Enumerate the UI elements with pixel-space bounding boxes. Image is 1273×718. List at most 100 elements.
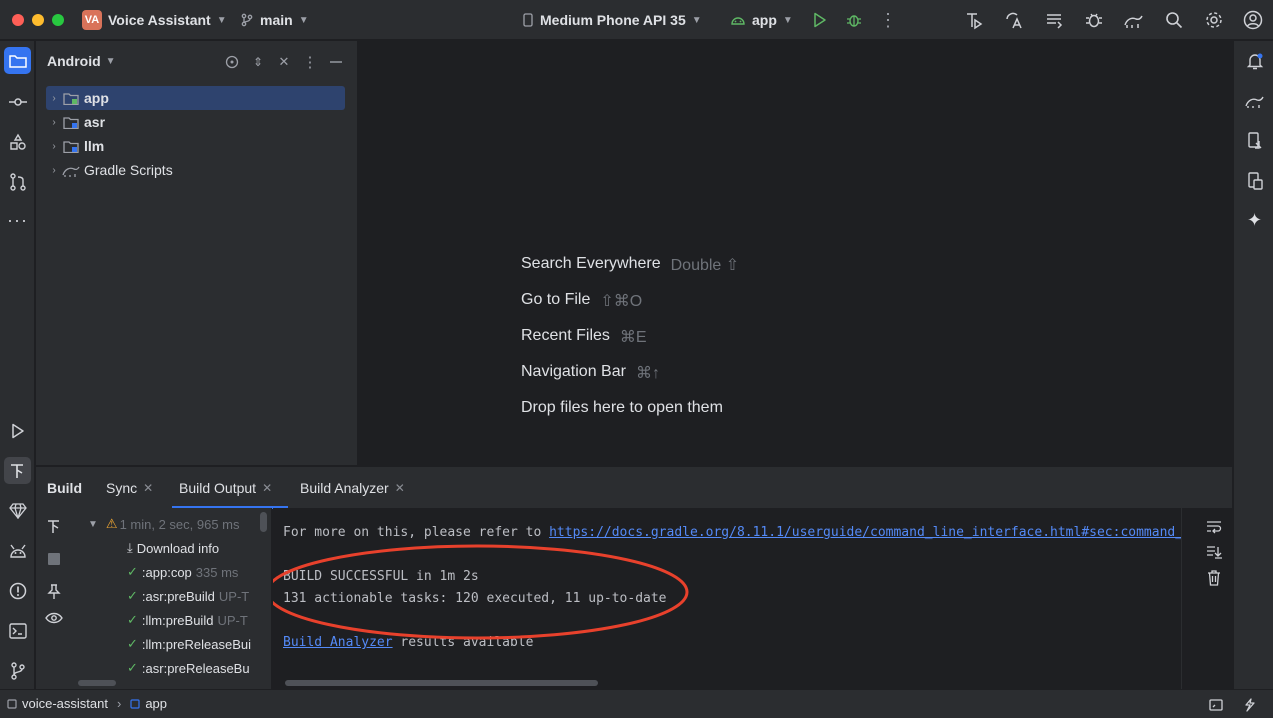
chevron-right-icon: ›: [52, 92, 56, 104]
tree-item-label: Gradle Scripts: [84, 162, 173, 178]
tree-item-llm[interactable]: › llm: [46, 134, 104, 158]
folder-icon: [7, 698, 17, 709]
app-inspection-icon[interactable]: [4, 537, 31, 564]
logcat-icon[interactable]: [1042, 8, 1066, 32]
stop-icon[interactable]: [44, 549, 64, 569]
build-tree-item[interactable]: ⤓ Download info: [127, 536, 219, 560]
search-icon[interactable]: [1162, 8, 1186, 32]
notifications-bell-icon[interactable]: [1241, 47, 1268, 74]
build-tools-icon[interactable]: [962, 8, 986, 32]
minimize-window-button[interactable]: [32, 14, 44, 26]
hint-label: Search Everywhere: [521, 255, 661, 272]
project-selector[interactable]: VA Voice Assistant ▼: [82, 0, 227, 40]
gem-icon[interactable]: [4, 497, 31, 524]
chevron-right-icon: ›: [52, 164, 56, 176]
build-root-node[interactable]: ▼ ⚠ 1 min, 2 sec, 965 ms: [88, 512, 240, 536]
scroll-to-end-icon[interactable]: [1204, 542, 1224, 562]
tab-build-output[interactable]: Build Output ✕: [179, 467, 272, 509]
branch-selector[interactable]: main ▼: [240, 0, 309, 40]
eye-icon[interactable]: [44, 608, 64, 628]
gradle-sync-icon[interactable]: [1122, 8, 1146, 32]
breadcrumb-item-module[interactable]: app: [145, 696, 167, 711]
project-view-selector[interactable]: Android ▼: [47, 53, 116, 69]
checkmark-icon: ✓: [127, 612, 138, 627]
project-folder-icon[interactable]: [4, 47, 31, 74]
run-tool-icon[interactable]: [4, 417, 31, 444]
tree-item-label: asr: [84, 114, 106, 130]
settings-gear-icon[interactable]: [1202, 8, 1226, 32]
memory-indicator-icon[interactable]: [1207, 696, 1225, 714]
gradle-panel-icon[interactable]: [1241, 87, 1268, 114]
build-item-detail: UP-T: [217, 612, 248, 628]
version-control-icon[interactable]: [4, 657, 31, 684]
pull-requests-icon[interactable]: [4, 168, 31, 195]
hide-panel-icon[interactable]: [327, 53, 345, 71]
device-selector[interactable]: Medium Phone API 35 ▼: [522, 0, 702, 40]
gemini-sparkle-icon[interactable]: ✦: [1241, 207, 1268, 234]
horizontal-scrollbar[interactable]: [285, 680, 598, 686]
chevron-down-icon: ▼: [782, 14, 793, 26]
checkmark-icon: ✓: [127, 636, 138, 651]
build-tree-item[interactable]: ✓ :app:cop 335 ms: [127, 560, 238, 584]
resource-manager-icon[interactable]: [4, 128, 31, 155]
build-hammer-icon[interactable]: [44, 516, 64, 536]
close-tab-icon[interactable]: ✕: [395, 481, 405, 495]
more-actions-icon[interactable]: ⋮: [876, 8, 900, 32]
power-save-icon[interactable]: [1240, 696, 1258, 714]
expand-all-icon[interactable]: ⇕: [249, 53, 267, 71]
breadcrumb-item-project[interactable]: voice-assistant: [22, 696, 108, 711]
tab-build-analyzer[interactable]: Build Analyzer ✕: [300, 467, 405, 509]
build-tree: ▼ ⚠ 1 min, 2 sec, 965 ms ⤓ Download info…: [72, 508, 272, 689]
account-icon[interactable]: [1241, 8, 1265, 32]
build-item-label: :llm:preBuild: [141, 612, 214, 628]
tab-sync[interactable]: Sync ✕: [106, 467, 153, 509]
horizontal-scrollbar[interactable]: [78, 680, 116, 686]
close-tab-icon[interactable]: ✕: [143, 481, 153, 495]
translate-icon[interactable]: [1002, 8, 1026, 32]
hint-search-everywhere: Search Everywhere Double ⇧: [521, 255, 739, 275]
chevron-right-icon: ›: [116, 696, 122, 711]
debug-button[interactable]: [842, 8, 866, 32]
zoom-window-button[interactable]: [52, 14, 64, 26]
chevron-right-icon: ›: [52, 116, 56, 128]
build-panel-title: Build: [47, 480, 82, 496]
checkmark-icon: ✓: [127, 660, 138, 675]
project-panel: Android ▼ ⇕ ✕ ⋮ › app › asr › llm › Grad…: [36, 41, 358, 465]
problems-icon[interactable]: [4, 577, 31, 604]
build-tool-icon[interactable]: [4, 457, 31, 484]
run-config-selector[interactable]: app ▼: [730, 0, 793, 40]
hint-label: Recent Files: [521, 327, 610, 344]
build-tree-item[interactable]: ✓ :asr:preBuild UP-T: [127, 584, 249, 608]
hint-shortcut: ⌘↑: [635, 365, 660, 382]
build-item-label: :asr:preBuild: [141, 588, 215, 604]
running-devices-icon[interactable]: [1241, 167, 1268, 194]
trash-icon[interactable]: [1204, 568, 1224, 588]
run-button[interactable]: [808, 8, 832, 32]
vertical-scrollbar[interactable]: [260, 512, 267, 532]
select-opened-file-icon[interactable]: [223, 53, 241, 71]
build-tree-item[interactable]: ✓ :llm:preBuild UP-T: [127, 608, 248, 632]
chevron-down-icon: ▼: [298, 14, 309, 26]
terminal-icon[interactable]: [4, 617, 31, 644]
download-icon: ⤓: [127, 540, 133, 555]
device-manager-icon[interactable]: [1241, 127, 1268, 154]
tree-item-app[interactable]: › app: [46, 86, 109, 110]
tree-item-asr[interactable]: › asr: [46, 110, 105, 134]
soft-wrap-icon[interactable]: [1204, 517, 1224, 537]
commit-icon[interactable]: [4, 88, 31, 115]
module-folder-icon: [62, 139, 80, 153]
bug-settings-icon[interactable]: [1082, 8, 1106, 32]
pin-icon[interactable]: [44, 582, 64, 602]
more-tools-icon[interactable]: ···: [4, 207, 31, 234]
tree-item-gradle-scripts[interactable]: › Gradle Scripts: [46, 158, 173, 182]
close-tab-icon[interactable]: ✕: [262, 481, 272, 495]
build-tree-item[interactable]: ✓ :asr:preReleaseBu: [127, 656, 250, 680]
build-tree-item[interactable]: ✓ :llm:preReleaseBui: [127, 632, 251, 656]
git-branch-icon: [240, 13, 254, 27]
build-item-label: :llm:preReleaseBui: [141, 636, 252, 652]
right-tool-strip: ✦: [1233, 41, 1273, 689]
collapse-all-icon[interactable]: ✕: [275, 53, 293, 71]
close-window-button[interactable]: [12, 14, 24, 26]
options-icon[interactable]: ⋮: [301, 53, 319, 71]
status-bar: voice-assistant › app: [0, 689, 1273, 718]
